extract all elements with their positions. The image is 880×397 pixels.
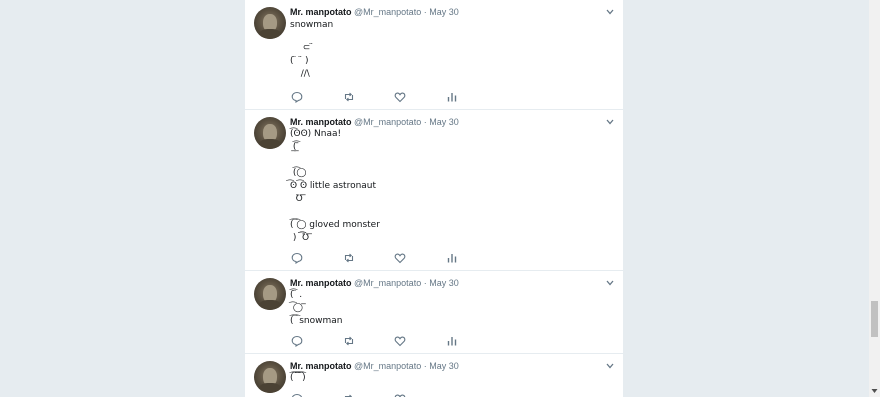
display-name[interactable]: Mr. manpotato xyxy=(290,7,352,17)
tweet-text-line: ͡◯ ̅ xyxy=(290,303,306,313)
user-handle[interactable]: @Mr_manpotato xyxy=(354,361,421,371)
tweet-text-line: (͡ ͡◯ gloved monster xyxy=(290,220,380,230)
retweet-icon[interactable] xyxy=(343,335,355,347)
chevron-down-icon[interactable] xyxy=(606,363,614,369)
tweet-header: Mr. manpotato @Mr_manpotato · May 30 xyxy=(290,7,459,18)
display-name[interactable]: Mr. manpotato xyxy=(290,117,352,127)
tweet-text-line: (͡◯ xyxy=(290,168,307,178)
tweet-date[interactable]: May 30 xyxy=(429,7,459,17)
tweet-header: Mr. manpotato @Mr_manpotato · May 30 xyxy=(290,278,459,289)
tweet-text-line: ̅ ̅ xyxy=(290,150,299,160)
tweet-date[interactable]: May 30 xyxy=(429,278,459,288)
tweet-header: Mr. manpotato @Mr_manpotato · May 30 xyxy=(290,361,459,372)
heart-icon[interactable] xyxy=(394,335,406,347)
separator-dot: · xyxy=(423,278,427,288)
reply-icon[interactable] xyxy=(291,252,303,264)
reply-icon[interactable] xyxy=(291,393,303,397)
tweet-date[interactable]: May 30 xyxy=(429,117,459,127)
user-handle[interactable]: @Mr_manpotato xyxy=(354,117,421,127)
chevron-down-icon[interactable] xyxy=(606,9,614,15)
heart-icon[interactable] xyxy=(394,91,406,103)
timeline: Mr. manpotato @Mr_manpotato · May 30 sno… xyxy=(245,0,623,397)
separator-dot: · xyxy=(423,361,427,371)
tweet-text-line: (͡ʘʘ) Nnaa! xyxy=(290,129,342,139)
retweet-icon[interactable] xyxy=(343,91,355,103)
tweet[interactable]: Mr. manpotato @Mr_manpotato · May 30 (͡ … xyxy=(245,354,623,397)
tweet[interactable]: Mr. manpotato @Mr_manpotato · May 30 (͡ … xyxy=(245,271,623,354)
separator-dot: · xyxy=(423,7,427,17)
tweet-header: Mr. manpotato @Mr_manpotato · May 30 xyxy=(290,117,459,128)
tweet-text-line: ⊂ ̈ xyxy=(297,43,314,53)
avatar[interactable] xyxy=(254,361,286,393)
page: Mr. manpotato @Mr_manpotato · May 30 sno… xyxy=(0,0,880,397)
tweet-text-line: ) ͡͡Ʊ ̅ xyxy=(290,233,312,243)
separator-dot: · xyxy=(423,117,427,127)
reply-icon[interactable] xyxy=(291,91,303,103)
tweet-date[interactable]: May 30 xyxy=(429,361,459,371)
scrollbar-track[interactable] xyxy=(869,0,880,397)
user-handle[interactable]: @Mr_manpotato xyxy=(354,278,421,288)
avatar[interactable] xyxy=(254,117,286,149)
tweet-text-line: (͡ ̈ . xyxy=(290,290,303,300)
tweet[interactable]: Mr. manpotato @Mr_manpotato · May 30 sno… xyxy=(245,0,623,110)
display-name[interactable]: Mr. manpotato xyxy=(290,278,352,288)
reply-icon[interactable] xyxy=(291,335,303,347)
analytics-icon[interactable] xyxy=(446,335,458,347)
chevron-down-icon[interactable] xyxy=(606,280,614,286)
scrollbar-thumb[interactable] xyxy=(871,301,878,337)
display-name[interactable]: Mr. manpotato xyxy=(290,361,352,371)
analytics-icon[interactable] xyxy=(446,91,458,103)
heart-icon[interactable] xyxy=(394,252,406,264)
tweet-text-line: Ʊ ̅ xyxy=(290,194,306,204)
tweet-text-line: (͡ ͡ snowman xyxy=(290,316,343,326)
user-handle[interactable]: @Mr_manpotato xyxy=(354,7,421,17)
avatar[interactable] xyxy=(254,7,286,39)
tweet-text-line: snowman xyxy=(290,20,334,30)
tweet-text-line: ( ̈ ̈ ) xyxy=(290,56,309,66)
heart-icon[interactable] xyxy=(394,393,406,397)
tweet-text-line: ͡ʘ ͡ʘ little astronaut xyxy=(290,181,377,191)
avatar[interactable] xyxy=(254,278,286,310)
retweet-icon[interactable] xyxy=(343,393,355,397)
chevron-down-icon[interactable] xyxy=(606,119,614,125)
tweet-text-line: (͡ ͡͡ ͡͡ ͡) xyxy=(290,373,306,383)
tweet[interactable]: Mr. manpotato @Mr_manpotato · May 30 (͡ʘ… xyxy=(245,110,623,271)
tweet-text-line: //\ xyxy=(295,69,310,79)
scroll-down-arrow-icon[interactable] xyxy=(871,388,878,394)
analytics-icon[interactable] xyxy=(446,252,458,264)
retweet-icon[interactable] xyxy=(343,252,355,264)
